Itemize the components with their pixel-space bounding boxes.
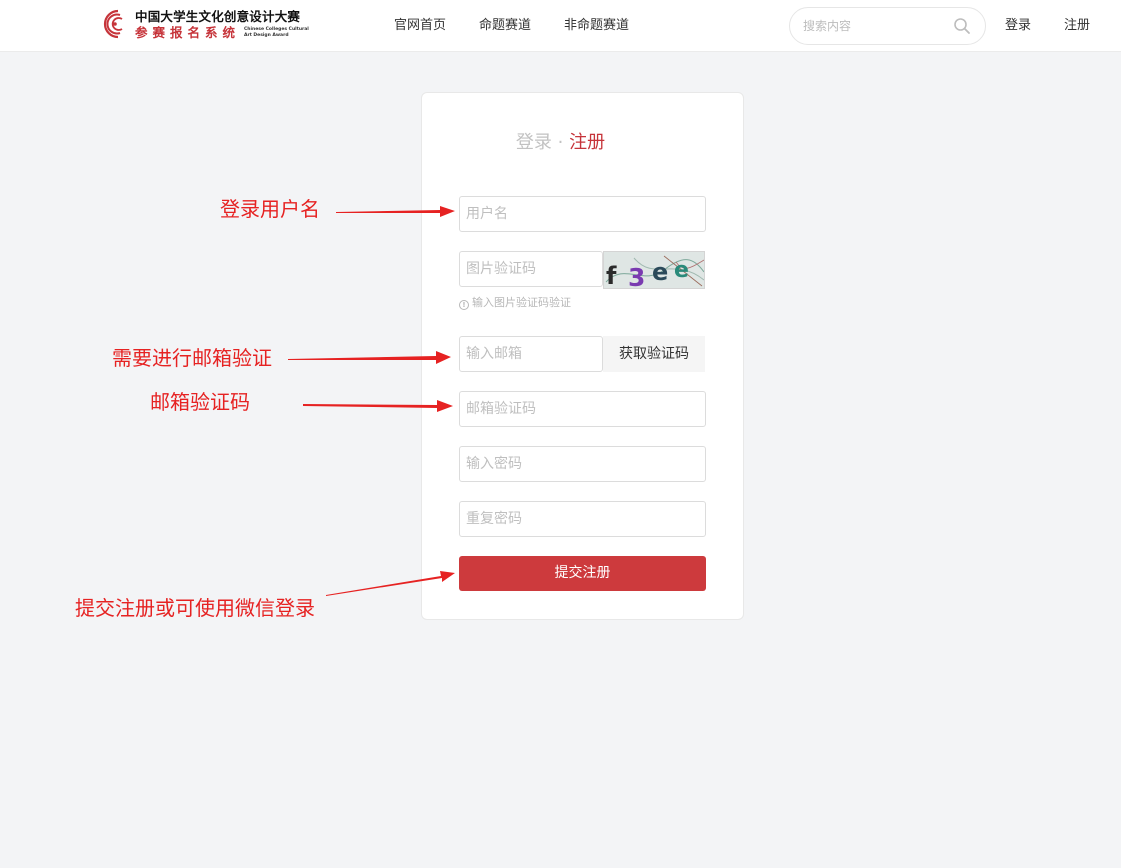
site-logo[interactable]: 中国大学生文化创意设计大赛 参赛报名系统 Chinese Colleges Cu… bbox=[98, 7, 309, 43]
email-input[interactable] bbox=[459, 336, 603, 372]
title-separator: · bbox=[557, 132, 564, 153]
email-code-input[interactable] bbox=[459, 391, 706, 427]
annotation-username: 登录用户名 bbox=[220, 197, 320, 221]
logo-title: 中国大学生文化创意设计大赛 bbox=[135, 9, 301, 24]
nav-open-track[interactable]: 非命题赛道 bbox=[564, 0, 629, 52]
logo-english: Chinese Colleges Cultural Art Design Awa… bbox=[244, 27, 309, 39]
captcha-graphic: f 3 e e bbox=[604, 252, 704, 289]
repeat-password-input[interactable] bbox=[459, 501, 706, 537]
captcha-char-4: e bbox=[674, 258, 689, 283]
get-code-button[interactable]: 获取验证码 bbox=[603, 336, 705, 372]
info-icon: ! bbox=[459, 300, 469, 310]
username-input[interactable] bbox=[459, 196, 706, 232]
captcha-image[interactable]: f 3 e e bbox=[603, 251, 705, 289]
logo-subtitle: 参赛报名系统 bbox=[135, 25, 241, 40]
header-register-link[interactable]: 注册 bbox=[1064, 0, 1090, 52]
header-login-link[interactable]: 登录 bbox=[1005, 0, 1031, 52]
tab-register[interactable]: 注册 bbox=[569, 132, 605, 153]
annotation-email-verify: 需要进行邮箱验证 bbox=[112, 346, 272, 370]
top-navbar: 中国大学生文化创意设计大赛 参赛报名系统 Chinese Colleges Cu… bbox=[0, 0, 1121, 52]
password-input[interactable] bbox=[459, 446, 706, 482]
captcha-hint: ! 输入图片验证码验证 bbox=[459, 296, 571, 310]
annotation-email-code: 邮箱验证码 bbox=[150, 390, 250, 414]
annotation-submit: 提交注册或可使用微信登录 bbox=[75, 596, 315, 620]
captcha-char-3: e bbox=[652, 258, 668, 286]
form-title: 登录 · 注册 bbox=[0, 130, 1121, 156]
search-box bbox=[789, 7, 986, 45]
captcha-char-2: 3 bbox=[628, 263, 645, 289]
captcha-char-1: f bbox=[606, 262, 617, 289]
tab-login[interactable]: 登录 bbox=[516, 132, 552, 153]
search-icon[interactable] bbox=[953, 17, 971, 35]
logo-mark-icon bbox=[103, 9, 123, 39]
submit-register-button[interactable]: 提交注册 bbox=[459, 556, 706, 591]
nav-themed-track[interactable]: 命题赛道 bbox=[479, 0, 531, 52]
search-input[interactable] bbox=[803, 17, 953, 35]
logo-english-line2: Art Design Award bbox=[244, 33, 289, 38]
captcha-hint-text: 输入图片验证码验证 bbox=[472, 296, 571, 309]
captcha-input[interactable] bbox=[459, 251, 603, 287]
nav-home[interactable]: 官网首页 bbox=[394, 0, 446, 52]
